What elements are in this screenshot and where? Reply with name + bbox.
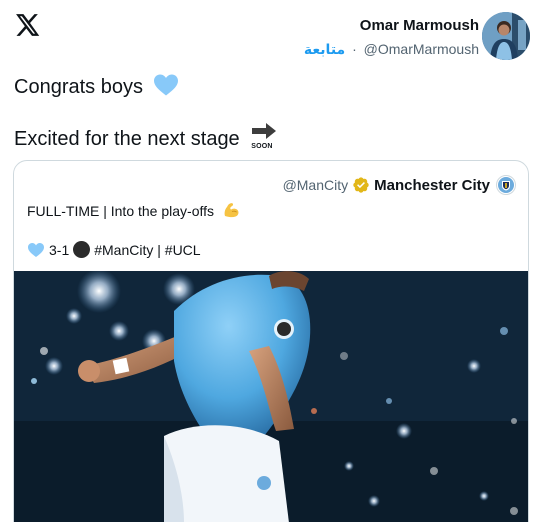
tweet-screenshot: Omar Marmoush متابعة · @OmarMarmoush Con…	[0, 0, 543, 522]
x-logo-icon[interactable]	[14, 12, 40, 38]
quote-author-name[interactable]: Manchester City	[374, 177, 490, 194]
flexed-biceps-icon	[224, 203, 239, 218]
follow-button[interactable]: متابعة	[304, 42, 345, 58]
tweet-text-line-1: Congrats boys	[14, 73, 179, 100]
hashtags[interactable]: #ManCity | #UCL	[94, 242, 200, 258]
avatar[interactable]	[482, 12, 530, 60]
verified-badge-icon	[353, 177, 369, 193]
tweet-text: Congrats boys	[14, 76, 143, 98]
quoted-tweet-card[interactable]: @ManCity Manchester City FULL-TIME | Int…	[13, 160, 529, 522]
black-circle-icon	[73, 241, 91, 258]
light-blue-heart-icon	[28, 243, 44, 257]
man-city-crest-icon[interactable]	[496, 175, 516, 195]
author-block: Omar Marmoush متابعة · @OmarMarmoush	[304, 16, 479, 60]
quote-text-line-2: 3-1 #ManCity | #UCL	[27, 240, 201, 260]
quote-text-line-1: FULL-TIME | Into the play-offs	[27, 201, 240, 221]
quote-handle[interactable]: @ManCity	[283, 177, 349, 193]
author-handle[interactable]: @OmarMarmoush	[364, 41, 479, 57]
author-name[interactable]: Omar Marmoush	[304, 16, 479, 36]
avatar-image	[482, 12, 530, 60]
tweet-text-line-2: Excited for the next stage SOON	[14, 122, 277, 152]
arrow-right-icon	[252, 123, 277, 139]
meta-separator: ·	[352, 41, 357, 57]
light-blue-heart-icon	[153, 74, 178, 96]
author-meta: متابعة · @OmarMarmoush	[304, 39, 479, 60]
soon-label: SOON	[251, 143, 273, 150]
player-celebration-photo[interactable]	[14, 271, 528, 522]
score-text: 3-1	[49, 242, 70, 258]
quote-text: FULL-TIME | Into the play-offs	[27, 203, 215, 219]
quote-header: @ManCity Manchester City	[283, 175, 516, 195]
tweet-text: Excited for the next stage	[14, 128, 240, 150]
soon-arrow-icon: SOON	[251, 122, 277, 150]
photo-illustration	[14, 271, 528, 522]
